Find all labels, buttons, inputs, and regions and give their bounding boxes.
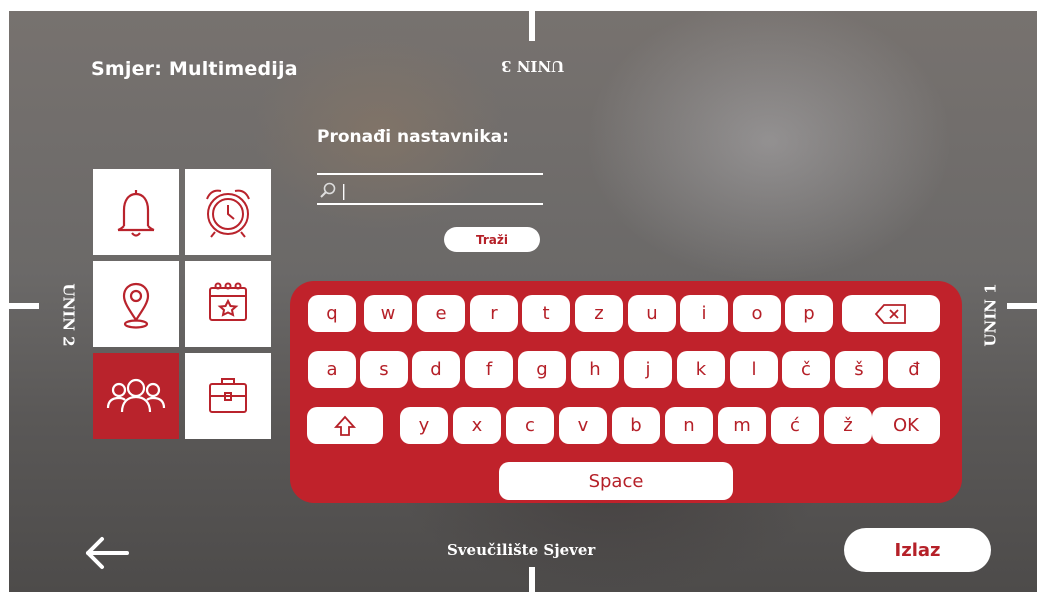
key-b[interactable]: b <box>612 407 660 444</box>
key-p[interactable]: p <box>785 295 833 332</box>
key-r[interactable]: r <box>470 295 518 332</box>
key-v[interactable]: v <box>559 407 607 444</box>
key-f[interactable]: f <box>465 351 513 388</box>
tile-alarm[interactable] <box>185 169 271 255</box>
key-ž[interactable]: ž <box>824 407 872 444</box>
key-u[interactable]: u <box>628 295 676 332</box>
location-pin-icon <box>122 282 150 329</box>
page-title: Smjer: Multimedija <box>91 58 298 80</box>
unin-1-label: UNIN 1 <box>981 283 1000 347</box>
key-y[interactable]: y <box>400 407 448 444</box>
key-a[interactable]: a <box>308 351 356 388</box>
edge-marker-left <box>9 303 39 309</box>
key-space[interactable]: Space <box>499 462 733 500</box>
key-l[interactable]: l <box>730 351 778 388</box>
key-n[interactable]: n <box>665 407 713 444</box>
tile-work[interactable] <box>185 353 271 439</box>
key-x[interactable]: x <box>453 407 501 444</box>
search-icon <box>320 182 336 198</box>
key-q[interactable]: q <box>308 295 356 332</box>
key-c[interactable]: c <box>506 407 554 444</box>
key-z[interactable]: z <box>575 295 623 332</box>
key-i[interactable]: i <box>680 295 728 332</box>
shift-icon <box>333 415 357 436</box>
unin-2-label: UNIN 2 <box>59 283 78 347</box>
people-group-icon <box>106 378 166 413</box>
search-title: Pronađi nastavnika: <box>317 127 509 147</box>
key-s[interactable]: s <box>360 351 408 388</box>
key-backspace[interactable] <box>842 295 940 332</box>
tile-teachers[interactable] <box>93 353 179 439</box>
key-t[interactable]: t <box>522 295 570 332</box>
edge-marker-right <box>1007 303 1037 309</box>
backspace-icon <box>874 303 906 324</box>
key-š[interactable]: š <box>835 351 883 388</box>
tile-location[interactable] <box>93 261 179 347</box>
search-top-line <box>317 173 543 175</box>
footer-university: Sveučilište Sjever <box>447 541 596 559</box>
edge-marker-top <box>529 11 535 41</box>
key-m[interactable]: m <box>718 407 766 444</box>
key-w[interactable]: w <box>364 295 412 332</box>
key-o[interactable]: o <box>733 295 781 332</box>
key-shift[interactable] <box>307 407 383 444</box>
kiosk-screen: Smjer: Multimedija UNIN 3 UNIN 2 UNIN 1 … <box>9 11 1037 592</box>
key-ć[interactable]: ć <box>771 407 819 444</box>
calendar-star-icon <box>209 282 247 321</box>
key-h[interactable]: h <box>571 351 619 388</box>
edge-marker-bottom <box>529 567 535 592</box>
key-č[interactable]: č <box>782 351 830 388</box>
search-bottom-line <box>317 203 543 205</box>
key-ok[interactable]: OK <box>872 407 940 444</box>
unin-3-label: UNIN 3 <box>501 57 565 75</box>
briefcase-icon <box>209 378 247 413</box>
search-button[interactable]: Traži <box>444 227 540 252</box>
key-e[interactable]: e <box>417 295 465 332</box>
key-j[interactable]: j <box>624 351 672 388</box>
bell-icon <box>117 190 155 237</box>
key-k[interactable]: k <box>677 351 725 388</box>
arrow-left-icon <box>86 537 129 569</box>
back-button[interactable] <box>79 533 135 573</box>
on-screen-keyboard: qwertzuiop asdfghjklčšđ yxcvbnmćž OK Spa… <box>290 281 962 503</box>
key-đ[interactable]: đ <box>888 351 940 388</box>
key-g[interactable]: g <box>518 351 566 388</box>
search-field[interactable]: | <box>317 177 543 203</box>
search-input[interactable]: | <box>341 181 521 200</box>
exit-button[interactable]: Izlaz <box>844 528 991 572</box>
tile-notifications[interactable] <box>93 169 179 255</box>
alarm-clock-icon <box>206 189 250 238</box>
tile-calendar[interactable] <box>185 261 271 347</box>
key-d[interactable]: d <box>412 351 460 388</box>
